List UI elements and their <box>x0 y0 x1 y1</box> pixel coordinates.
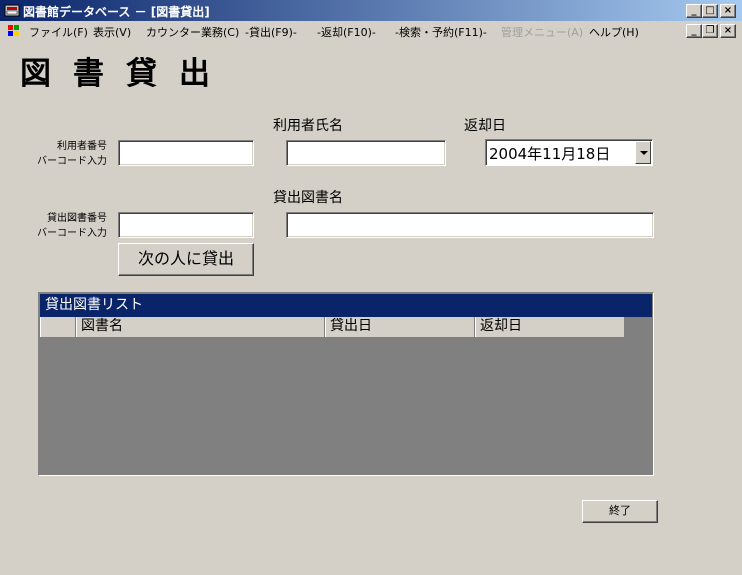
loan-list-header: 図書名 貸出日 返却日 <box>40 317 625 337</box>
maximize-icon: □ <box>705 5 715 16</box>
return-date-label: 返却日 <box>464 118 506 134</box>
book-number-input[interactable] <box>118 212 254 238</box>
page-title: 図書貸出 <box>20 56 232 92</box>
book-number-label: 貸出図書番号 バーコード入力 <box>30 211 107 241</box>
user-number-label: 利用者番号 バーコード入力 <box>30 139 107 169</box>
date-dropdown-button[interactable] <box>635 141 651 164</box>
column-header-title[interactable]: 図書名 <box>76 317 325 337</box>
minimize-icon: _ <box>691 25 697 36</box>
minimize-button[interactable]: _ <box>686 4 702 18</box>
loan-list-caption: 貸出図書リスト <box>40 294 652 317</box>
user-name-label: 利用者氏名 <box>273 118 343 134</box>
menu-return[interactable]: -返却(F10)- <box>317 24 376 40</box>
title-bar[interactable]: 図書館データベース － [図書貸出] _ □ × <box>0 0 742 21</box>
menu-counter-work[interactable]: カウンター業務(C) <box>146 24 239 40</box>
next-person-lend-button[interactable]: 次の人に貸出 <box>118 243 254 276</box>
user-name-field[interactable] <box>286 140 446 166</box>
child-minimize-button[interactable]: _ <box>686 24 702 38</box>
menu-help[interactable]: ヘルプ(H) <box>589 24 639 40</box>
user-number-label-line1: 利用者番号 <box>57 141 107 152</box>
menu-lend[interactable]: -貸出(F9)- <box>245 24 297 40</box>
close-icon: × <box>723 5 733 16</box>
return-date-value: 2004年11月18日 <box>489 145 611 163</box>
menu-view[interactable]: 表示(V) <box>93 24 131 40</box>
menu-admin[interactable]: 管理メニュー(A) <box>501 24 583 40</box>
minimize-icon: _ <box>691 5 697 16</box>
child-restore-button[interactable]: ❐ <box>702 24 718 38</box>
menu-search-reserve[interactable]: -検索・予約(F11)- <box>395 24 487 40</box>
close-button[interactable]: × <box>720 4 736 18</box>
book-number-label-line1: 貸出図書番号 <box>47 213 107 224</box>
user-number-input[interactable] <box>118 140 254 166</box>
app-icon[interactable] <box>4 3 20 18</box>
column-header-return-date[interactable]: 返却日 <box>475 317 625 337</box>
header-filler <box>625 317 653 337</box>
close-icon: × <box>723 25 733 36</box>
restore-icon: ❐ <box>705 25 715 36</box>
book-title-field[interactable] <box>286 212 654 238</box>
chevron-down-icon <box>640 151 648 155</box>
return-date-picker[interactable]: 2004年11月18日 <box>485 139 653 166</box>
document-icon[interactable] <box>7 24 21 37</box>
column-header-select[interactable] <box>40 317 76 337</box>
book-title-label: 貸出図書名 <box>273 190 343 206</box>
user-number-label-line2: バーコード入力 <box>37 156 107 167</box>
exit-button[interactable]: 終了 <box>582 500 658 523</box>
menu-bar: ファイル(F) 表示(V) カウンター業務(C) -貸出(F9)- -返却(F1… <box>0 21 742 40</box>
window-title: 図書館データベース － [図書貸出] <box>23 5 210 19</box>
column-header-lend-date[interactable]: 貸出日 <box>325 317 475 337</box>
menu-file[interactable]: ファイル(F) <box>29 24 88 40</box>
child-close-button[interactable]: × <box>720 24 736 38</box>
maximize-button[interactable]: □ <box>702 4 718 18</box>
loan-list-panel[interactable]: 貸出図書リスト 図書名 貸出日 返却日 <box>38 292 654 476</box>
book-number-label-line2: バーコード入力 <box>37 228 107 239</box>
